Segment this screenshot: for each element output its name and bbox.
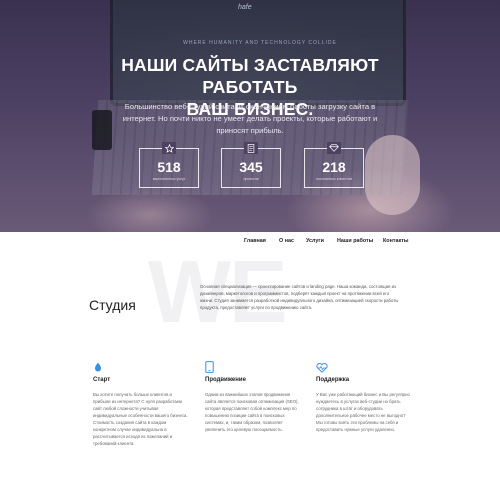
nav-item-contacts[interactable]: Контакты [383,238,408,244]
heart-pulse-icon [316,360,328,373]
hand-image [365,135,420,215]
feature-title: Продвижение [205,377,246,383]
feature-text: Одним из важнейших этапов продвижения са… [205,392,299,432]
studio-title: Студия [89,297,136,313]
bulb-icon [93,360,103,372]
stat-label: выполненных услуг [152,177,186,181]
feature-title: Поддержка [316,377,350,383]
diamond-icon [327,142,341,154]
hero-headline-line1: НАШИ САЙТЫ ЗАСТАВЛЯЮТ РАБОТАТЬ [121,55,379,97]
hero-section: hafe WHERE HUMANITY AND TECHNOLOGY COLLI… [0,0,500,232]
nav-item-services[interactable]: Услуги [306,238,324,244]
stat-value: 218 [322,159,346,175]
laptop-screen-text: WHERE HUMANITY AND TECHNOLOGY COLLIDE [183,40,337,46]
hero-subtitle: Большинство веб-студий считают окончание… [122,102,378,135]
stat-label: постоянных клиентов [316,177,352,181]
stat-label: проектов [243,177,259,181]
mobile-icon [205,360,215,373]
document-icon [244,142,258,154]
nav-item-portfolio[interactable]: Наши работы [337,238,373,244]
feature-text: У Вас уже работающий бизнес и Вы регуляр… [316,392,410,432]
feature-title: Старт [93,377,111,383]
stat-clients: 218 постоянных клиентов [304,142,364,188]
feature-text: Вы хотите получать больше клиентов и при… [93,392,188,446]
star-icon [162,142,176,154]
stat-value: 345 [239,159,263,175]
stat-value: 518 [157,159,181,175]
laptop-logo: hafe [238,4,252,11]
stat-projects: 345 проектов [221,142,281,188]
stat-services: 518 выполненных услуг [139,142,199,188]
studio-text: Основная специализация — проектирование … [200,284,399,310]
